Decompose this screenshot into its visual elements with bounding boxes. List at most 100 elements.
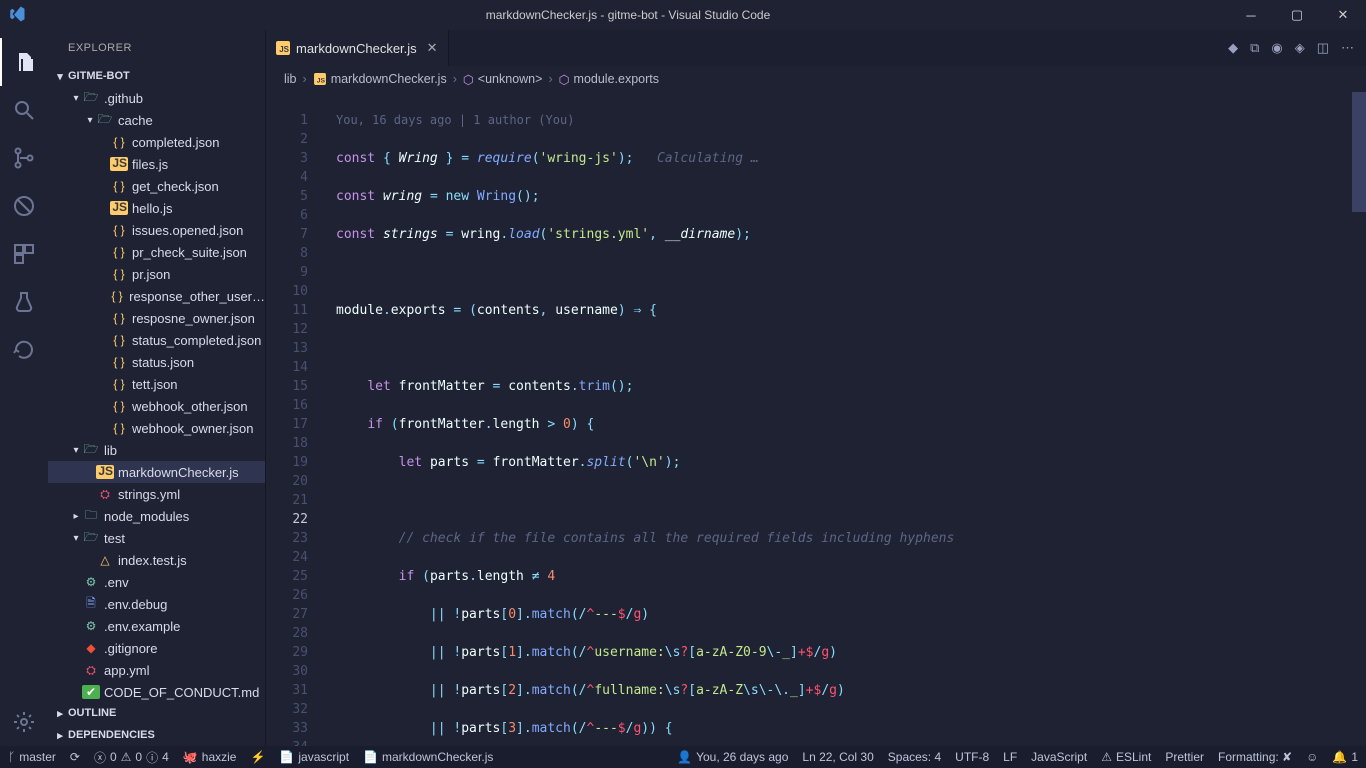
file-icon: 📄 [363,750,378,764]
code-content[interactable]: You, 16 days ago | 1 author (You) const … [326,92,1366,746]
split-editor-icon[interactable]: ◫ [1317,40,1329,56]
json-file-icon: { } [110,333,128,347]
status-eslint[interactable]: ⚠ESLint [1101,750,1151,764]
tree-item[interactable]: ▾🗁cache [48,109,265,131]
tab-close-icon[interactable]: ✕ [427,40,438,56]
status-user[interactable]: 🐙haxzie [183,750,237,764]
minimap[interactable] [1352,92,1366,746]
status-blame[interactable]: 👤You, 26 days ago [677,750,788,764]
tree-item[interactable]: ▸🗀node_modules [48,505,265,527]
status-file-left[interactable]: 📄markdownChecker.js [363,750,493,764]
folder-open-icon: 🗁 [96,110,114,131]
breadcrumb-item[interactable]: lib [284,72,297,86]
refresh-icon[interactable] [0,326,48,374]
preview-icon[interactable]: ◉ [1271,40,1282,56]
tree-item[interactable]: { }webhook_other.json [48,395,265,417]
debug-icon[interactable] [0,182,48,230]
tree-item[interactable]: { }status_completed.json [48,329,265,351]
open-changes-icon[interactable]: ⧉ [1250,40,1259,56]
code-icon: 📄 [279,750,294,764]
tree-item-label: response_other_user… [129,289,265,304]
status-bell[interactable]: 🔔1 [1332,750,1358,764]
tree-item[interactable]: { }tett.json [48,373,265,395]
tree-item-label: cache [118,113,153,128]
scm-icon[interactable] [0,134,48,182]
maximize-button[interactable]: ▢ [1274,0,1320,30]
tab-markdown-checker[interactable]: JS markdownChecker.js ✕ [266,30,449,66]
status-branch[interactable]: ᚴmaster [8,750,56,764]
tree-item[interactable]: { }pr.json [48,263,265,285]
tree-item-label: pr.json [132,267,170,282]
tree-item[interactable]: { }pr_check_suite.json [48,241,265,263]
tree-item[interactable]: { }completed.json [48,131,265,153]
tree-item[interactable]: ⚙.env [48,571,265,593]
tree-item[interactable]: { }response_other_user… [48,285,265,307]
json-file-icon: { } [110,421,128,435]
tree-item-label: .env.example [104,619,180,634]
status-live-share[interactable]: ⚡ [250,750,265,764]
status-lang-left[interactable]: 📄javascript [279,750,349,764]
status-encoding[interactable]: UTF-8 [955,750,989,764]
tree-item[interactable]: ▾🗁test [48,527,265,549]
close-button[interactable]: ✕ [1320,0,1366,30]
tree-item[interactable]: ⛭app.yml [48,659,265,681]
status-spaces[interactable]: Spaces: 4 [888,750,941,764]
tree-item-label: issues.opened.json [132,223,243,238]
status-eol[interactable]: LF [1003,750,1017,764]
tree-item[interactable]: ⛭strings.yml [48,483,265,505]
bell-icon: 🔔 [1332,750,1347,764]
tab-bar: JS markdownChecker.js ✕ ◆ ⧉ ◉ ◈ ◫ ⋯ [266,30,1366,66]
extensions-icon[interactable] [0,230,48,278]
tree-item-label: .github [104,91,143,106]
status-language[interactable]: JavaScript [1031,750,1087,764]
code-lens[interactable]: You, 16 days ago | 1 author (You) [336,111,1366,130]
search-icon[interactable] [0,86,48,134]
tree-item[interactable]: { }get_check.json [48,175,265,197]
tree-item[interactable]: { }issues.opened.json [48,219,265,241]
breadcrumb-item[interactable]: <unknown> [478,72,543,86]
status-problems[interactable]: ⓧ0 ⚠0 ⓘ4 [94,749,169,766]
more-actions-icon[interactable]: ⋯ [1341,40,1354,56]
status-position[interactable]: Ln 22, Col 30 [802,750,873,764]
tree-item[interactable]: ▾🗁lib [48,439,265,461]
tree-item[interactable]: { }status.json [48,351,265,373]
tree-item[interactable]: ▾🗁.github [48,87,265,109]
status-formatting[interactable]: Formatting: ✘ [1218,750,1292,764]
settings-gear-icon[interactable] [0,698,48,746]
tree-item[interactable]: 🗎.env.debug [48,593,265,615]
explorer-icon[interactable] [0,38,48,86]
tree-item-label: resposne_owner.json [132,311,255,326]
status-bar: ᚴmaster ⟳ ⓧ0 ⚠0 ⓘ4 🐙haxzie ⚡ 📄javascript… [0,746,1366,768]
breadcrumb-item[interactable]: markdownChecker.js [331,72,447,86]
sidebar-outline[interactable]: ▸OUTLINE [48,702,265,724]
status-sync[interactable]: ⟳ [70,750,80,764]
file-tree[interactable]: ▾🗁.github▾🗁cache{ }completed.jsonJSfiles… [48,87,265,702]
tree-item[interactable]: ✔CODE_OF_CONDUCT.md [48,681,265,702]
tree-item[interactable]: { }resposne_owner.json [48,307,265,329]
markdown-file-icon: ✔ [82,685,100,699]
diff-icon[interactable]: ◈ [1295,40,1305,56]
titlebar: markdownChecker.js - gitme-bot - Visual … [0,0,1366,30]
tree-item[interactable]: JSmarkdownChecker.js [48,461,265,483]
tree-item[interactable]: ◆.gitignore [48,637,265,659]
tree-item-label: index.test.js [118,553,187,568]
compare-icon[interactable]: ◆ [1228,40,1238,56]
status-prettier[interactable]: Prettier [1165,750,1204,764]
breadcrumbs[interactable]: lib › JS markdownChecker.js › ⬡ <unknown… [266,66,1366,92]
status-feedback[interactable]: ☺ [1306,750,1318,764]
code-editor[interactable]: 1234567891011121314151617181920212223242… [266,92,1366,746]
breadcrumb-item[interactable]: module.exports [574,72,659,86]
tab-label: markdownChecker.js [296,41,417,56]
minimize-button[interactable]: ─ [1228,0,1274,30]
js-file-icon: JS [110,201,128,215]
tree-item[interactable]: JSfiles.js [48,153,265,175]
sidebar-dependencies[interactable]: ▸DEPENDENCIES [48,724,265,746]
test-icon[interactable] [0,278,48,326]
tree-item[interactable]: { }webhook_owner.json [48,417,265,439]
sidebar-deps-label: DEPENDENCIES [68,729,155,741]
tree-item[interactable]: △index.test.js [48,549,265,571]
sidebar-root[interactable]: ▾GITME-BOT [48,65,265,87]
tree-item[interactable]: ⚙.env.example [48,615,265,637]
tree-item[interactable]: JShello.js [48,197,265,219]
warning-icon: ⚠ [121,750,132,764]
